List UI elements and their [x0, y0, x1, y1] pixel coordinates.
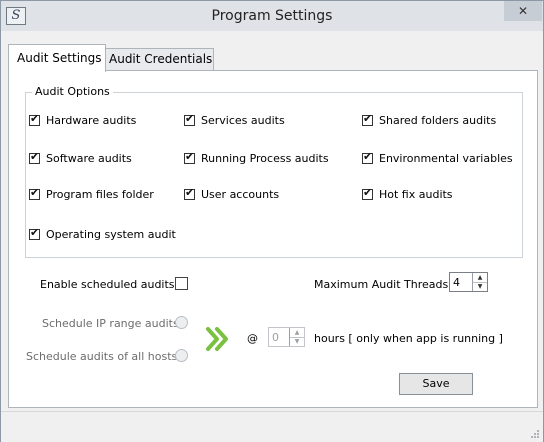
window-title: Program Settings [211, 8, 333, 24]
services-audits-option[interactable]: Services audits [184, 112, 285, 128]
environmental-variables-checkbox[interactable] [362, 150, 373, 164]
enable-scheduled-audits-label: Enable scheduled audits [40, 278, 175, 291]
shared-folders-audits-option[interactable]: Shared folders audits [362, 112, 496, 128]
schedule-all-hosts-radio[interactable] [175, 349, 188, 362]
hours-value: 0 [272, 331, 279, 344]
audit-options-legend: Audit Options [32, 85, 113, 98]
schedule-ip-range-label: Schedule IP range audits [42, 317, 179, 330]
program-files-folder-label: Program files folder [46, 187, 154, 201]
tab-audit-settings-label: Audit Settings [17, 51, 102, 65]
services-audits-checkbox[interactable] [184, 112, 195, 126]
forward-arrow-icon [206, 327, 228, 351]
max-audit-threads-stepper[interactable]: 4 ▲ ▼ [449, 272, 488, 292]
schedule-ip-range-radio[interactable] [175, 316, 188, 329]
user-accounts-checkbox[interactable] [184, 186, 195, 200]
hot-fix-audits-option[interactable]: Hot fix audits [362, 186, 453, 202]
hours-buttons: ▲ ▼ [289, 328, 304, 346]
tab-audit-credentials-label: Audit Credentials [109, 52, 213, 66]
operating-system-audit-label: Operating system audit [46, 227, 176, 241]
tab-audit-credentials[interactable]: Audit Credentials [104, 48, 214, 71]
status-bar [1, 411, 543, 442]
program-files-folder-option[interactable]: Program files folder [29, 186, 154, 202]
shared-folders-audits-checkbox[interactable] [362, 112, 373, 126]
software-audits-label: Software audits [46, 151, 132, 165]
running-process-audits-checkbox[interactable] [184, 150, 195, 164]
running-process-audits-label: Running Process audits [201, 151, 329, 165]
hardware-audits-option[interactable]: Hardware audits [29, 112, 136, 128]
resize-grip-icon[interactable] [530, 429, 540, 439]
audit-settings-panel: Audit Options Hardware audits Services a… [8, 70, 538, 408]
shared-folders-audits-label: Shared folders audits [379, 113, 497, 127]
close-button[interactable]: ✕ [504, 1, 542, 21]
enable-scheduled-audits-checkbox[interactable] [175, 277, 188, 290]
max-audit-threads-value: 4 [453, 276, 460, 289]
max-threads-down-icon[interactable]: ▼ [473, 282, 487, 291]
title-bar[interactable]: S Program Settings ✕ [1, 1, 543, 31]
environmental-variables-option[interactable]: Environmental variables [362, 150, 513, 166]
operating-system-audit-checkbox[interactable] [29, 226, 40, 240]
program-settings-window: S Program Settings ✕ Audit Settings Audi… [0, 0, 544, 442]
services-audits-label: Services audits [201, 113, 285, 127]
max-audit-threads-label: Maximum Audit Threads [314, 278, 449, 291]
hours-down-icon[interactable]: ▼ [290, 337, 304, 346]
tab-audit-settings[interactable]: Audit Settings [8, 44, 106, 72]
running-process-audits-option[interactable]: Running Process audits [184, 150, 329, 166]
user-accounts-label: User accounts [201, 187, 280, 201]
max-audit-threads-buttons: ▲ ▼ [472, 273, 487, 291]
user-accounts-option[interactable]: User accounts [184, 186, 279, 202]
hardware-audits-label: Hardware audits [46, 113, 137, 127]
hours-stepper[interactable]: 0 ▲ ▼ [268, 327, 305, 347]
hours-label: hours [ only when app is running ] [314, 332, 503, 345]
software-audits-checkbox[interactable] [29, 150, 40, 164]
environmental-variables-label: Environmental variables [379, 151, 513, 165]
software-audits-option[interactable]: Software audits [29, 150, 132, 166]
save-button[interactable]: Save [399, 373, 473, 395]
hot-fix-audits-label: Hot fix audits [379, 187, 453, 201]
schedule-all-hosts-label: Schedule audits of all hosts [26, 350, 178, 363]
hot-fix-audits-checkbox[interactable] [362, 186, 373, 200]
at-symbol: @ [247, 332, 258, 345]
program-files-folder-checkbox[interactable] [29, 186, 40, 200]
operating-system-audit-option[interactable]: Operating system audit [29, 226, 176, 242]
hardware-audits-checkbox[interactable] [29, 112, 40, 126]
